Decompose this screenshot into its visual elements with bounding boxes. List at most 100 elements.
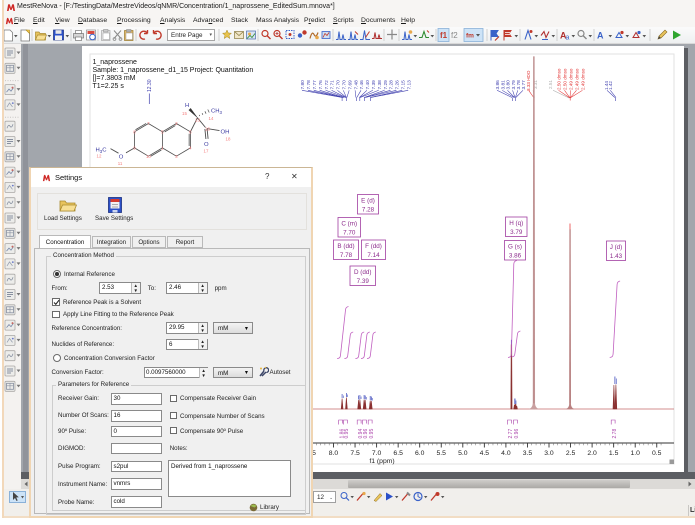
svg-text:2.49 dmso: 2.49 dmso [569, 68, 574, 90]
svg-text:1.0: 1.0 [630, 450, 640, 457]
svg-text:1.42: 1.42 [608, 81, 613, 90]
svg-text:10: 10 [146, 154, 151, 159]
svg-text:[]=7.3803 mM: []=7.3803 mM [93, 75, 136, 82]
svg-text:2.5: 2.5 [566, 450, 576, 457]
svg-text:2.49 dmso: 2.49 dmso [581, 68, 586, 90]
svg-text:2.50 dmso: 2.50 dmso [563, 68, 568, 90]
svg-text:7.77: 7.77 [312, 80, 318, 90]
svg-text:3.81: 3.81 [500, 80, 506, 90]
svg-text:B (dd): B (dd) [337, 243, 354, 250]
svg-text:T1=2.25 s: T1=2.25 s [93, 83, 125, 90]
svg-text:12: 12 [97, 154, 102, 159]
svg-text:1.5: 1.5 [609, 450, 619, 457]
svg-text:7.39: 7.39 [357, 278, 370, 285]
svg-text:16: 16 [205, 126, 210, 131]
svg-text:CH3: CH3 [211, 109, 223, 115]
svg-text:8: 8 [133, 129, 136, 134]
svg-text:1: 1 [161, 146, 164, 151]
svg-text:3.80: 3.80 [506, 80, 512, 90]
svg-text:3.79: 3.79 [510, 229, 523, 236]
svg-text:3.5: 3.5 [523, 450, 533, 457]
svg-text:7.48: 7.48 [353, 80, 359, 90]
svg-text:fm: fm [466, 33, 474, 40]
svg-text:H: H [185, 103, 189, 109]
svg-text:E (d): E (d) [361, 198, 375, 205]
svg-text:11: 11 [118, 161, 123, 166]
svg-text:7.15: 7.15 [401, 80, 407, 90]
svg-text:7.13: 7.13 [406, 80, 412, 90]
svg-text:1.43: 1.43 [610, 253, 623, 260]
svg-text:J (d): J (d) [610, 244, 623, 251]
svg-text:C (m): C (m) [341, 221, 357, 228]
svg-text:7.70: 7.70 [336, 80, 342, 90]
svg-text:13: 13 [195, 117, 200, 122]
svg-text:7.39: 7.39 [371, 80, 377, 90]
svg-text:12.30: 12.30 [147, 79, 153, 92]
svg-text:7.69: 7.69 [347, 80, 353, 90]
svg-text:7.70: 7.70 [343, 229, 356, 236]
svg-text:a: a [566, 35, 570, 42]
svg-text:8.0: 8.0 [329, 450, 339, 457]
svg-text:3.33 HDO: 3.33 HDO [526, 70, 531, 91]
svg-text:7.78: 7.78 [306, 80, 312, 90]
svg-text:5.5: 5.5 [437, 450, 447, 457]
svg-text:3.0: 3.0 [544, 450, 554, 457]
svg-text:2.51: 2.51 [548, 80, 553, 89]
svg-text:18: 18 [226, 137, 231, 142]
svg-text:7.76: 7.76 [318, 80, 324, 90]
svg-text:6.5: 6.5 [393, 450, 403, 457]
svg-text:2: 2 [175, 121, 178, 126]
svg-text:7.40: 7.40 [365, 80, 371, 90]
svg-text:9: 9 [133, 146, 136, 151]
svg-text:2.49 dmso: 2.49 dmso [575, 68, 580, 90]
svg-text:0.5: 0.5 [652, 450, 662, 457]
svg-text:OH: OH [221, 130, 230, 136]
svg-text:F (dd): F (dd) [365, 243, 382, 250]
svg-text:f1: f1 [440, 31, 448, 40]
svg-text:7.78: 7.78 [340, 252, 353, 259]
svg-text:17: 17 [204, 149, 209, 154]
svg-text:2.50 dmso: 2.50 dmso [557, 68, 562, 90]
svg-text:7.70: 7.70 [342, 80, 348, 90]
svg-text:15: 15 [182, 111, 187, 116]
svg-text:7.0: 7.0 [372, 450, 382, 457]
svg-text:f1 (ppm): f1 (ppm) [369, 458, 394, 465]
svg-text:3.78: 3.78 [516, 80, 522, 90]
svg-text:7: 7 [147, 121, 150, 126]
svg-text:0.95: 0.95 [369, 429, 375, 439]
svg-text:3.86: 3.86 [509, 252, 522, 259]
svg-text:7.38: 7.38 [377, 80, 383, 90]
svg-text:3.79: 3.79 [511, 80, 517, 90]
svg-text:H (q): H (q) [509, 220, 523, 227]
svg-text:4.0: 4.0 [501, 450, 511, 457]
svg-text:7.28: 7.28 [362, 206, 375, 213]
svg-text:O: O [119, 154, 124, 160]
svg-text:2.0: 2.0 [587, 450, 597, 457]
svg-text:G (s): G (s) [508, 244, 522, 251]
svg-text:3: 3 [175, 154, 178, 159]
svg-text:7.28: 7.28 [389, 80, 395, 90]
svg-text:7.14: 7.14 [367, 252, 380, 259]
svg-text:3.86: 3.86 [495, 80, 501, 90]
svg-text:7.26: 7.26 [395, 80, 401, 90]
svg-text:4.5: 4.5 [480, 450, 490, 457]
svg-text:7.5: 7.5 [350, 450, 360, 457]
svg-text:f2: f2 [451, 31, 458, 40]
svg-text:0.95: 0.95 [344, 429, 350, 439]
svg-text:4: 4 [189, 146, 192, 151]
svg-text:7.80: 7.80 [300, 80, 306, 90]
svg-text:7.71: 7.71 [330, 80, 336, 90]
svg-text:6.0: 6.0 [415, 450, 425, 457]
svg-text:5.0: 5.0 [458, 450, 468, 457]
svg-text:D (dd): D (dd) [354, 269, 372, 276]
svg-text:7.46: 7.46 [359, 80, 365, 90]
svg-text:2.78: 2.78 [612, 429, 618, 439]
svg-text:5: 5 [161, 129, 164, 134]
svg-text:14: 14 [209, 116, 214, 121]
svg-text:7.72: 7.72 [324, 80, 330, 90]
svg-text:0.96: 0.96 [514, 429, 520, 439]
svg-text:1_naprossene: 1_naprossene [93, 59, 137, 66]
svg-text:7.29: 7.29 [383, 80, 389, 90]
svg-text:Sample: 1_naprossene_d1_15 Pr: Sample: 1_naprossene_d1_15 Project: Quan… [93, 67, 254, 74]
svg-text:A: A [597, 31, 604, 41]
